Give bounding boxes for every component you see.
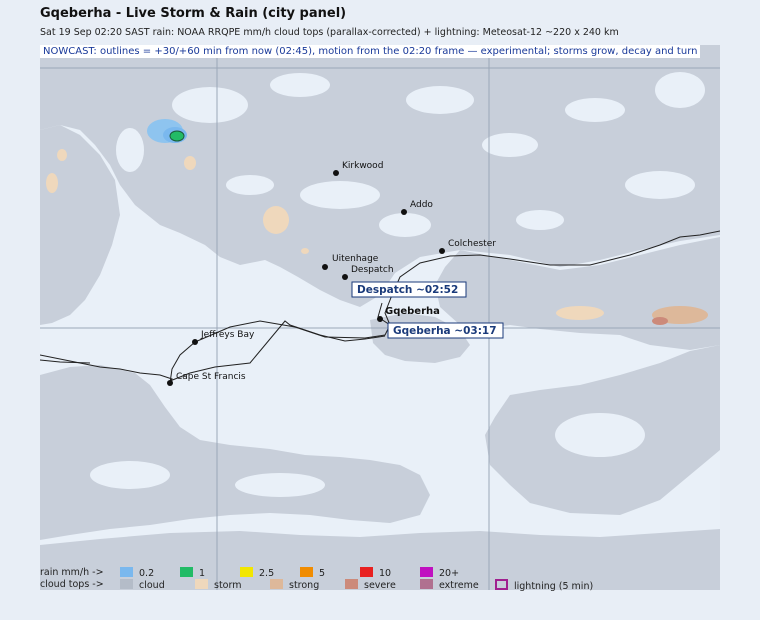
map-panel[interactable]: NOWCAST: outlines = +30/+60 min from now… bbox=[40, 45, 720, 590]
legend-rain-item: 1 bbox=[180, 567, 205, 579]
legend-cloud-item: cloud bbox=[120, 579, 165, 591]
place-dot bbox=[192, 339, 198, 345]
place-dot bbox=[333, 170, 339, 176]
page-subtitle: Sat 19 Sep 02:20 SAST rain: NOAA RRQPE m… bbox=[40, 27, 619, 38]
place-label: Jeffreys Bay bbox=[200, 330, 255, 340]
place-label: Gqeberha bbox=[385, 306, 440, 317]
legend-item-label: cloud bbox=[139, 580, 165, 591]
legend-item-label: 2.5 bbox=[259, 568, 275, 579]
eta-despatch[interactable]: Despatch ~02:52 bbox=[351, 281, 467, 298]
legend-swatch bbox=[270, 579, 283, 589]
place-dot bbox=[439, 248, 445, 254]
clear-gap bbox=[565, 98, 625, 122]
storm-top bbox=[301, 248, 309, 254]
legend-swatch bbox=[420, 579, 433, 589]
storm-top bbox=[184, 156, 196, 170]
legend-lightning-item: lightning (5 min) bbox=[495, 579, 593, 592]
clear-gap bbox=[482, 133, 538, 157]
storm-top bbox=[652, 317, 668, 325]
place-label: Colchester bbox=[448, 239, 496, 249]
legend-item-label: lightning (5 min) bbox=[514, 581, 594, 592]
legend-item-label: severe bbox=[364, 580, 396, 591]
map-svg: Kirkwood Addo Colchester Uitenhage Despa… bbox=[40, 45, 720, 590]
legend-rain-item: 20+ bbox=[420, 567, 459, 579]
nowcast-warning: — experimental; storms grow, decay and t… bbox=[464, 46, 698, 57]
legend-rain-item: 10 bbox=[360, 567, 391, 579]
legend-cloud-item: extreme bbox=[420, 579, 479, 591]
legend-item-label: 10 bbox=[379, 568, 392, 579]
legend-swatch bbox=[345, 579, 358, 589]
clear-gap bbox=[655, 72, 705, 108]
eta-gqeberha[interactable]: Gqeberha ~03:17 bbox=[387, 322, 504, 339]
place-dot bbox=[377, 316, 383, 322]
clear-gap bbox=[226, 175, 274, 195]
storm-top bbox=[57, 149, 67, 161]
legend-cloud-item: severe bbox=[345, 579, 396, 591]
legend-swatch bbox=[360, 567, 373, 577]
nowcast-banner: NOWCAST: outlines = +30/+60 min from now… bbox=[40, 45, 701, 58]
place-label: Cape St Francis bbox=[176, 372, 246, 382]
legend-rain-label: rain mm/h -> bbox=[40, 567, 104, 578]
legend-swatch bbox=[240, 567, 253, 577]
clear-gap bbox=[300, 181, 380, 209]
legend: rain mm/h -> 0.2 1 2.5 5 10 20+ cloud to… bbox=[40, 565, 720, 592]
clear-gap bbox=[379, 213, 431, 237]
place-label: Addo bbox=[410, 200, 433, 210]
storm-top bbox=[556, 306, 604, 320]
clear-gap bbox=[406, 86, 474, 114]
place-dot bbox=[342, 274, 348, 280]
clear-gap bbox=[235, 473, 325, 497]
legend-cloud-label: cloud tops -> bbox=[40, 579, 104, 590]
legend-rain-item: 0.2 bbox=[120, 567, 154, 579]
legend-item-label: 20+ bbox=[439, 568, 460, 579]
clear-gap bbox=[555, 413, 645, 457]
legend-item-label: 1 bbox=[199, 568, 206, 579]
legend-cloud-row: cloud tops -> cloud storm strong severe … bbox=[40, 579, 720, 592]
legend-swatch bbox=[195, 579, 208, 589]
place-label: Kirkwood bbox=[342, 161, 383, 171]
clear-gap bbox=[516, 210, 564, 230]
legend-item-label: 5 bbox=[319, 568, 326, 579]
lightning-swatch bbox=[495, 579, 508, 590]
legend-cloud-item: strong bbox=[270, 579, 319, 591]
clear-gap bbox=[270, 73, 330, 97]
clear-gap bbox=[116, 128, 144, 172]
legend-swatch bbox=[180, 567, 193, 577]
clear-gap bbox=[90, 461, 170, 489]
legend-rain-item: 2.5 bbox=[240, 567, 274, 579]
rain-core bbox=[169, 130, 185, 142]
page-title: Gqeberha - Live Storm & Rain (city panel… bbox=[40, 6, 347, 21]
legend-swatch bbox=[300, 567, 313, 577]
legend-swatch bbox=[120, 567, 133, 577]
nowcast-text: NOWCAST: outlines = +30/+60 min from now… bbox=[43, 46, 465, 57]
legend-swatch bbox=[120, 579, 133, 589]
clear-gap bbox=[172, 87, 248, 123]
place-dot bbox=[401, 209, 407, 215]
eta-label: Gqeberha ~03:17 bbox=[393, 325, 497, 337]
legend-item-label: extreme bbox=[439, 580, 479, 591]
legend-rain-item: 5 bbox=[300, 567, 325, 579]
place-dot bbox=[167, 380, 173, 386]
legend-item-label: storm bbox=[214, 580, 242, 591]
clear-gap bbox=[625, 171, 695, 199]
place-label: Uitenhage bbox=[332, 254, 379, 264]
storm-top bbox=[46, 173, 58, 193]
place-label: Despatch bbox=[351, 265, 394, 275]
legend-cloud-item: storm bbox=[195, 579, 241, 591]
legend-item-label: strong bbox=[289, 580, 320, 591]
storm-top bbox=[263, 206, 289, 234]
eta-label: Despatch ~02:52 bbox=[357, 284, 458, 296]
place-dot bbox=[322, 264, 328, 270]
legend-rain-row: rain mm/h -> 0.2 1 2.5 5 10 20+ bbox=[40, 567, 720, 579]
legend-swatch bbox=[420, 567, 433, 577]
legend-item-label: 0.2 bbox=[139, 568, 155, 579]
